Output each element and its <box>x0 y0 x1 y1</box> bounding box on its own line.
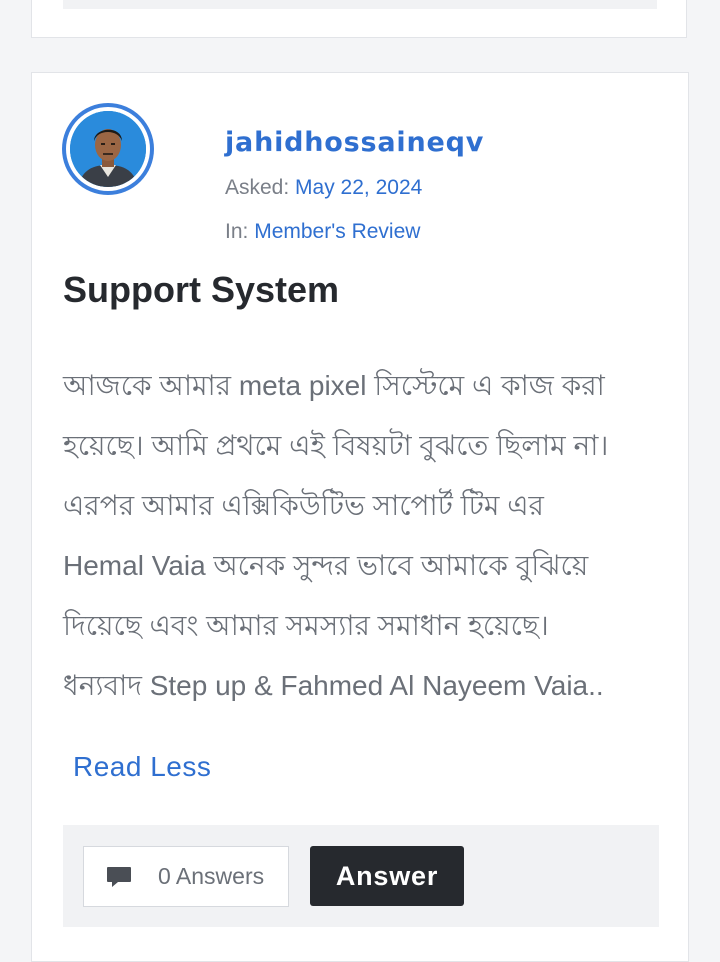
category-link[interactable]: Member's Review <box>254 220 420 243</box>
category-label: In: <box>225 220 249 243</box>
author-name-link[interactable]: jahidhossaineqv <box>225 127 484 158</box>
read-less-link[interactable]: Read Less <box>73 751 211 783</box>
avatar[interactable] <box>62 103 154 195</box>
answer-button[interactable]: Answer <box>310 846 464 906</box>
asked-date: Asked: May 22, 2024 <box>225 176 422 200</box>
previous-card-footer <box>63 0 657 9</box>
asked-label: Asked: <box>225 176 290 199</box>
question-card: jahidhossaineqv Asked: May 22, 2024 In: … <box>31 72 689 962</box>
question-category: In: Member's Review <box>225 220 420 244</box>
previous-question-card <box>31 0 687 38</box>
avatar-photo <box>70 111 146 187</box>
question-footer: 0 Answers Answer <box>63 825 659 927</box>
avatar-image <box>70 111 146 187</box>
avatar-ring <box>66 107 150 191</box>
asked-date-link[interactable]: May 22, 2024 <box>295 176 422 199</box>
answers-count-label: 0 Answers <box>158 863 265 889</box>
comment-icon <box>107 866 131 887</box>
answers-count-button[interactable]: 0 Answers <box>83 846 289 907</box>
question-body: আজকে আমার meta pixel সিস্টেমে এ কাজ করা … <box>63 370 609 701</box>
question-title[interactable]: Support System <box>63 269 339 311</box>
